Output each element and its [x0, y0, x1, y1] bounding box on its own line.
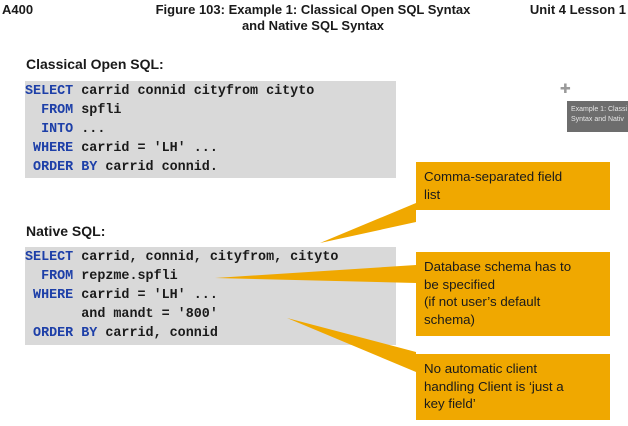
- tooltip-text: Example 1: Classi: [571, 106, 628, 113]
- callout-text: Database schema has to: [424, 259, 572, 274]
- move-cursor-icon: ✚: [560, 81, 571, 96]
- callout-text: handling Client is ‘just a: [424, 378, 564, 394]
- callout-text: key field’: [424, 396, 476, 411]
- callout-text: schema): [424, 311, 475, 327]
- callout-text: (if not user’s default: [424, 294, 541, 309]
- callout-pointer-2: [215, 265, 416, 283]
- callout-client-handling: No automatic client handling Client is ‘…: [416, 354, 610, 420]
- callout-text: No automatic client: [424, 361, 538, 376]
- callout-field-list: Comma-separated field list: [416, 162, 610, 210]
- callout-text: Comma-separated field: [424, 169, 563, 184]
- callout-schema: Database schema has to be specified (if …: [416, 252, 610, 336]
- callout-pointer-3: [287, 318, 416, 372]
- callout-text: be specified: [424, 276, 495, 292]
- callout-pointer-1: [320, 203, 416, 243]
- tooltip-text: Syntax and Nativ: [571, 116, 624, 123]
- figure-tooltip: Example 1: Classi Syntax and Nativ: [567, 101, 628, 132]
- callout-text: list: [424, 186, 441, 202]
